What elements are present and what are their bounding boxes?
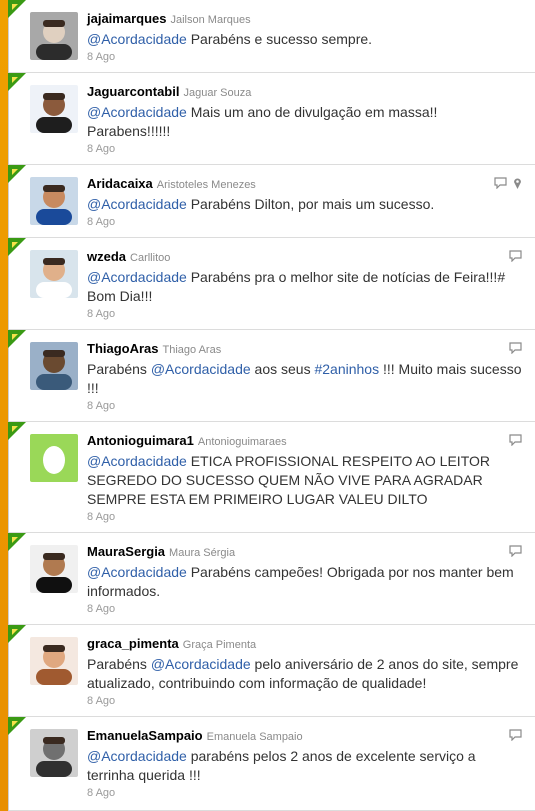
tweet-item[interactable]: Jaguarcontabil Jaguar Souza @Acordacidade …	[8, 73, 535, 165]
tweet-text: @Acordacidade Parabéns campeões! Obrigad…	[87, 563, 522, 601]
display-name: Jailson Marques	[170, 14, 251, 26]
reply-icon[interactable]	[509, 434, 522, 446]
tweet-date-link[interactable]: 8 Ago	[87, 400, 522, 412]
reply-icon[interactable]	[494, 177, 507, 189]
tweet-text-segment: aos seus	[250, 361, 315, 377]
avatar[interactable]	[30, 729, 78, 777]
tweet-item[interactable]: Aridacaixa Aristoteles Menezes @Acordacida…	[8, 165, 535, 238]
avatar[interactable]	[30, 85, 78, 133]
display-name: Graça Pimenta	[182, 639, 257, 651]
mention-link[interactable]: @Acordacidade	[87, 196, 187, 212]
new-tweet-corner-icon	[8, 73, 26, 91]
tweet-text: @Acordacidade Mais um ano de divulgação …	[87, 103, 522, 141]
display-name: Aristoteles Menezes	[156, 179, 256, 191]
avatar[interactable]	[30, 545, 78, 593]
tweet-text: @Acordacidade parabéns pelos 2 anos de e…	[87, 747, 522, 785]
tweet-date-link[interactable]: 8 Ago	[87, 216, 522, 228]
tweet-text: Parabéns @Acordacidade pelo aniversário …	[87, 655, 522, 693]
username-link[interactable]: wzeda	[87, 249, 126, 264]
tweet-text-segment: Parabéns	[87, 361, 151, 377]
reply-icon[interactable]	[509, 729, 522, 741]
avatar[interactable]	[30, 250, 78, 298]
display-name: Carllitoo	[130, 252, 171, 264]
left-orange-rail	[0, 0, 8, 811]
reply-icon[interactable]	[509, 342, 522, 354]
username-link[interactable]: MauraSergia	[87, 544, 165, 559]
username-link[interactable]: Aridacaixa	[87, 176, 153, 191]
username-link[interactable]: Antonioguimara1	[87, 433, 194, 448]
avatar[interactable]	[30, 177, 78, 225]
tweet-item[interactable]: EmanuelaSampaio Emanuela Sampaio @Acordaci…	[8, 717, 535, 811]
tweet-date-link[interactable]: 8 Ago	[87, 143, 522, 155]
mention-link[interactable]: @Acordacidade	[87, 564, 187, 580]
display-name: Thiago Aras	[162, 344, 222, 356]
tweet-date-link[interactable]: 8 Ago	[87, 603, 522, 615]
new-tweet-corner-icon	[8, 422, 26, 440]
avatar[interactable]	[30, 637, 78, 685]
tweet-item[interactable]: jajaimarques Jailson Marques @Acordacidade…	[8, 0, 535, 73]
tweet-date-link[interactable]: 8 Ago	[87, 787, 522, 799]
default-egg-avatar[interactable]	[30, 434, 78, 482]
display-name: Emanuela Sampaio	[206, 731, 303, 743]
display-name: Maura Sérgia	[169, 547, 236, 559]
new-tweet-corner-icon	[8, 717, 26, 735]
tweet-item[interactable]: ThiagoAras Thiago Aras Parabéns @Acordacid…	[8, 330, 535, 422]
display-name: Antonioguimaraes	[197, 436, 287, 448]
tweet-item[interactable]: wzeda Carllitoo @Acordacidade Parabéns pra…	[8, 238, 535, 330]
new-tweet-corner-icon	[8, 330, 26, 348]
tweet-text: Parabéns @Acordacidade aos seus #2aninho…	[87, 360, 522, 398]
tweet-text: @Acordacidade ETICA PROFISSIONAL RESPEIT…	[87, 452, 522, 509]
tweet-text: @Acordacidade Parabéns Dilton, por mais …	[87, 195, 522, 214]
tweet-date-link[interactable]: 8 Ago	[87, 308, 522, 320]
tweet-text: @Acordacidade Parabéns e sucesso sempre.	[87, 30, 522, 49]
username-link[interactable]: jajaimarques	[87, 11, 167, 26]
mention-link[interactable]: @Acordacidade	[87, 31, 187, 47]
tweet-text-segment: Parabéns Dilton, por mais um sucesso.	[186, 196, 435, 212]
reply-icon[interactable]	[509, 545, 522, 557]
tweet-item[interactable]: graca_pimenta Graça Pimenta Parabéns @Acor…	[8, 625, 535, 717]
tweet-text: @Acordacidade Parabéns pra o melhor site…	[87, 268, 522, 306]
new-tweet-corner-icon	[8, 533, 26, 551]
tweet-text-segment: Parabéns	[87, 656, 151, 672]
tweet-text-segment: Parabéns e sucesso sempre.	[186, 31, 373, 47]
mention-link[interactable]: @Acordacidade	[87, 748, 187, 764]
username-link[interactable]: ThiagoAras	[87, 341, 159, 356]
new-tweet-corner-icon	[8, 238, 26, 256]
new-tweet-corner-icon	[8, 625, 26, 643]
username-link[interactable]: Jaguarcontabil	[87, 84, 179, 99]
tweet-item[interactable]: Antonioguimara1 Antonioguimaraes @Acordaci…	[8, 422, 535, 533]
avatar[interactable]	[30, 12, 78, 60]
mention-link[interactable]: @Acordacidade	[151, 361, 251, 377]
reply-icon[interactable]	[509, 250, 522, 262]
username-link[interactable]: graca_pimenta	[87, 636, 179, 651]
mention-link[interactable]: @Acordacidade	[151, 656, 251, 672]
mention-link[interactable]: @Acordacidade	[87, 269, 187, 285]
tweet-item[interactable]: MauraSergia Maura Sérgia @Acordacidade Par…	[8, 533, 535, 625]
hashtag-link[interactable]: #2aninhos	[314, 361, 379, 377]
new-tweet-corner-icon	[8, 0, 26, 18]
username-link[interactable]: EmanuelaSampaio	[87, 728, 203, 743]
location-pin-icon[interactable]	[513, 177, 522, 190]
display-name: Jaguar Souza	[183, 87, 252, 99]
tweet-feed: jajaimarques Jailson Marques @Acordacidade…	[8, 0, 535, 811]
tweet-date-link[interactable]: 8 Ago	[87, 51, 522, 63]
mention-link[interactable]: @Acordacidade	[87, 453, 187, 469]
new-tweet-corner-icon	[8, 165, 26, 183]
tweet-date-link[interactable]: 8 Ago	[87, 695, 522, 707]
mention-link[interactable]: @Acordacidade	[87, 104, 187, 120]
avatar[interactable]	[30, 342, 78, 390]
tweet-date-link[interactable]: 8 Ago	[87, 511, 522, 523]
